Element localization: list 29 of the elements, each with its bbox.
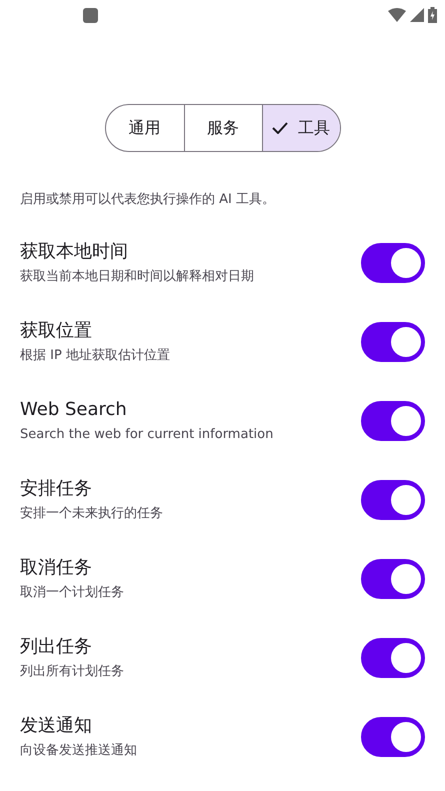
tool-description: 列出所有计划任务 <box>20 664 125 680</box>
toggle-switch[interactable] <box>361 243 425 283</box>
segment-tab[interactable]: 通用 <box>106 105 184 151</box>
tool-title: 获取本地时间 <box>20 241 129 263</box>
toggle-switch[interactable] <box>361 480 425 520</box>
tool-description: 安排一个未来执行的任务 <box>20 506 164 522</box>
tool-description: Search the web for current information <box>20 427 274 443</box>
signal-icon <box>410 8 424 22</box>
toggle-switch[interactable] <box>361 559 425 599</box>
tool-description: 根据 IP 地址获取估计位置 <box>20 348 171 364</box>
tool-title: 取消任务 <box>20 557 93 579</box>
check-icon <box>272 122 288 134</box>
tool-title: 安排任务 <box>20 478 93 500</box>
battery-icon <box>428 7 437 23</box>
tool-title: 列出任务 <box>20 636 93 658</box>
description-text: 启用或禁用可以代表您执行操作的 AI 工具。 <box>20 191 276 208</box>
tool-title: 获取位置 <box>20 320 93 342</box>
toggle-switch[interactable] <box>361 638 425 678</box>
toggle-switch[interactable] <box>361 401 425 441</box>
tool-title: Web Search <box>20 399 128 421</box>
tool-description: 取消一个计划任务 <box>20 585 125 601</box>
segment-tab[interactable]: 工具 <box>262 105 340 151</box>
tool-description: 向设备发送推送通知 <box>20 743 138 759</box>
toggle-switch[interactable] <box>361 322 425 362</box>
tool-title: 发送通知 <box>20 715 93 737</box>
toggle-switch[interactable] <box>361 717 425 757</box>
tool-description: 获取当前本地日期和时间以解释相对日期 <box>20 269 255 285</box>
wifi-icon <box>388 8 406 22</box>
notification-icon <box>83 8 98 22</box>
